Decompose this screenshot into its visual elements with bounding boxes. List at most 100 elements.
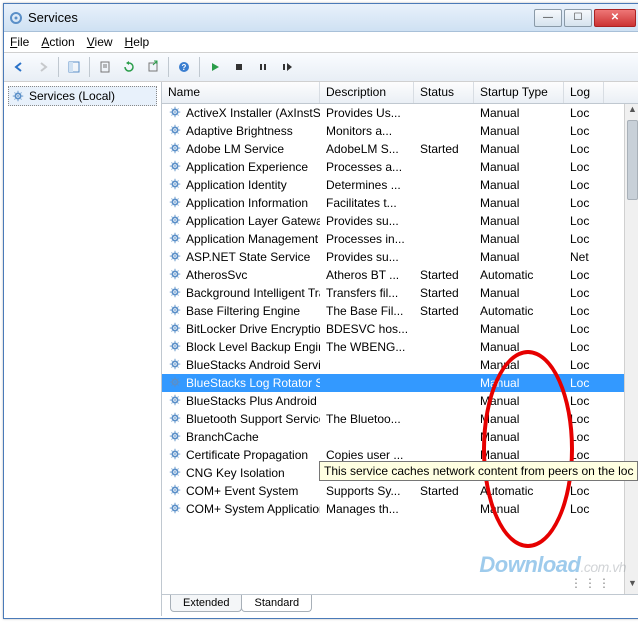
service-row[interactable]: Adobe LM ServiceAdobeLM S...StartedManua… xyxy=(162,140,638,158)
service-row[interactable]: Bluetooth Support ServiceThe Bluetoo...M… xyxy=(162,410,638,428)
service-name: BlueStacks Log Rotator Service xyxy=(186,376,320,390)
service-startup-type: Manual xyxy=(474,141,564,157)
service-status xyxy=(414,418,474,420)
service-row[interactable]: Block Level Backup Engine Ser...The WBEN… xyxy=(162,338,638,356)
stop-service-button[interactable] xyxy=(228,56,250,78)
forward-button[interactable] xyxy=(32,56,54,78)
tab-standard[interactable]: Standard xyxy=(241,595,312,612)
tree-root-services-local[interactable]: Services (Local) xyxy=(8,86,157,106)
service-row[interactable]: AtherosSvcAtheros BT ...StartedAutomatic… xyxy=(162,266,638,284)
service-log-on-as: Loc xyxy=(564,375,604,391)
refresh-button[interactable] xyxy=(118,56,140,78)
service-name: BlueStacks Plus Android Servi... xyxy=(186,394,320,408)
col-status[interactable]: Status xyxy=(414,82,474,103)
service-row[interactable]: Adaptive BrightnessMonitors a...ManualLo… xyxy=(162,122,638,140)
service-log-on-as: Loc xyxy=(564,321,604,337)
close-button[interactable]: ✕ xyxy=(594,9,636,27)
menu-help[interactable]: Help xyxy=(125,35,150,49)
service-row[interactable]: COM+ System ApplicationManages th...Manu… xyxy=(162,500,638,518)
service-startup-type: Manual xyxy=(474,411,564,427)
service-row[interactable]: BlueStacks Android ServiceManualLoc xyxy=(162,356,638,374)
service-row[interactable]: Application ExperienceProcesses a...Manu… xyxy=(162,158,638,176)
service-row[interactable]: BlueStacks Plus Android Servi...ManualLo… xyxy=(162,392,638,410)
vertical-scrollbar[interactable]: ▲ ▼ xyxy=(624,104,638,594)
tree-root-label: Services (Local) xyxy=(29,89,115,103)
scroll-up-arrow[interactable]: ▲ xyxy=(625,104,638,120)
scroll-thumb[interactable] xyxy=(627,120,638,200)
gear-icon xyxy=(168,501,182,518)
gear-icon xyxy=(168,339,182,356)
col-startup-type[interactable]: Startup Type xyxy=(474,82,564,103)
service-startup-type: Manual xyxy=(474,177,564,193)
service-description: Determines ... xyxy=(320,177,414,193)
service-status xyxy=(414,436,474,438)
col-log-on-as[interactable]: Log xyxy=(564,82,604,103)
window-title: Services xyxy=(28,10,534,25)
service-name: ActiveX Installer (AxInstSV) xyxy=(186,106,320,120)
service-log-on-as: Loc xyxy=(564,411,604,427)
service-row[interactable]: ActiveX Installer (AxInstSV)Provides Us.… xyxy=(162,104,638,122)
service-name: COM+ Event System xyxy=(186,484,298,498)
service-status xyxy=(414,508,474,510)
service-log-on-as: Loc xyxy=(564,105,604,121)
gear-icon xyxy=(168,177,182,194)
service-description: Supports Sy... xyxy=(320,483,414,499)
service-status: Started xyxy=(414,285,474,301)
gear-icon xyxy=(168,123,182,140)
gear-icon xyxy=(168,213,182,230)
col-name[interactable]: Name xyxy=(162,82,320,103)
gear-icon xyxy=(168,447,182,464)
properties-button[interactable] xyxy=(94,56,116,78)
service-startup-type: Automatic xyxy=(474,483,564,499)
service-name: BlueStacks Android Service xyxy=(186,358,320,372)
back-button[interactable] xyxy=(8,56,30,78)
service-row[interactable]: Base Filtering EngineThe Base Fil...Star… xyxy=(162,302,638,320)
help-button[interactable]: ? xyxy=(173,56,195,78)
start-service-button[interactable] xyxy=(204,56,226,78)
service-log-on-as: Loc xyxy=(564,393,604,409)
service-startup-type: Manual xyxy=(474,195,564,211)
service-description: AdobeLM S... xyxy=(320,141,414,157)
service-row[interactable]: BitLocker Drive Encryption Ser...BDESVC … xyxy=(162,320,638,338)
scroll-down-arrow[interactable]: ▼ xyxy=(625,578,638,594)
maximize-button[interactable]: ☐ xyxy=(564,9,592,27)
tab-extended[interactable]: Extended xyxy=(170,595,242,612)
service-description: The WBENG... xyxy=(320,339,414,355)
service-status xyxy=(414,112,474,114)
minimize-button[interactable]: — xyxy=(534,9,562,27)
services-list[interactable]: ActiveX Installer (AxInstSV)Provides Us.… xyxy=(162,104,638,594)
service-startup-type: Manual xyxy=(474,249,564,265)
pause-service-button[interactable] xyxy=(252,56,274,78)
col-description[interactable]: Description xyxy=(320,82,414,103)
menu-file[interactable]: File xyxy=(10,35,29,49)
restart-service-button[interactable] xyxy=(276,56,298,78)
service-row[interactable]: Application Information Facilitates t... M… xyxy=(162,194,638,212)
service-log-on-as: Loc xyxy=(564,357,604,373)
service-description: Facilitates t... xyxy=(320,195,414,211)
service-row[interactable]: Application Layer Gateway Ser...Provides… xyxy=(162,212,638,230)
export-button[interactable] xyxy=(142,56,164,78)
service-name: Block Level Backup Engine Ser... xyxy=(186,340,320,354)
gear-icon xyxy=(11,89,25,103)
service-row[interactable]: Background Intelligent Transf...Transfer… xyxy=(162,284,638,302)
service-name: Application Layer Gateway Ser... xyxy=(186,214,320,228)
titlebar[interactable]: Services — ☐ ✕ xyxy=(4,4,638,32)
service-log-on-as: Loc xyxy=(564,429,604,445)
gear-icon xyxy=(168,375,182,392)
service-row[interactable]: COM+ Event SystemSupports Sy...StartedAu… xyxy=(162,482,638,500)
service-status xyxy=(414,364,474,366)
service-row[interactable]: Application ManagementProcesses in...Man… xyxy=(162,230,638,248)
service-row[interactable]: Application IdentityDetermines ...Manual… xyxy=(162,176,638,194)
gear-icon xyxy=(168,483,182,500)
service-row[interactable]: BlueStacks Log Rotator ServiceManualLoc xyxy=(162,374,638,392)
service-row[interactable]: ASP.NET State ServiceProvides su...Manua… xyxy=(162,248,638,266)
service-name: Application Information xyxy=(186,196,308,210)
service-row[interactable]: BranchCacheManualLoc xyxy=(162,428,638,446)
service-name: ASP.NET State Service xyxy=(186,250,310,264)
menu-action[interactable]: Action xyxy=(41,35,74,49)
show-hide-tree-button[interactable] xyxy=(63,56,85,78)
service-status: Started xyxy=(414,141,474,157)
service-description: The Bluetoo... xyxy=(320,411,414,427)
menu-view[interactable]: View xyxy=(87,35,113,49)
service-status xyxy=(414,382,474,384)
